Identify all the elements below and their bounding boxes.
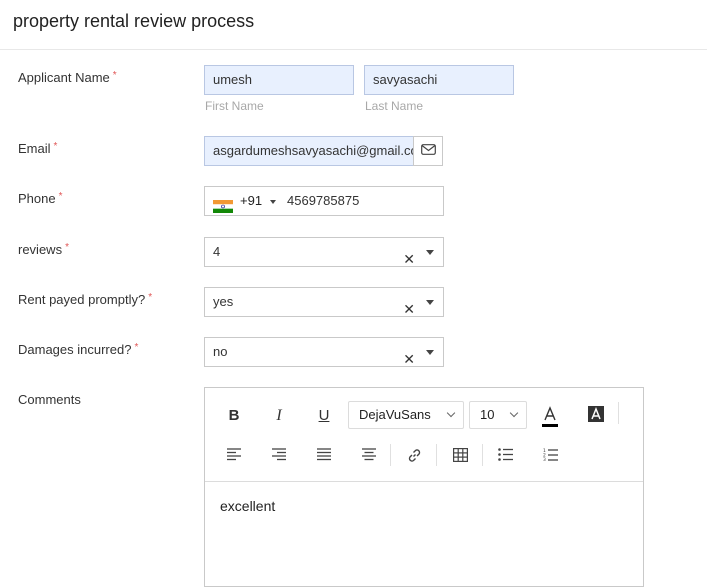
underline-icon[interactable]: U (312, 405, 336, 427)
damages-label-text: Damages incurred? (18, 342, 132, 357)
font-family-value: DejaVuSans (359, 407, 431, 422)
damages-selected-value: no (213, 344, 228, 359)
editor-content[interactable]: excellent (220, 498, 275, 514)
reviews-label-text: reviews (18, 242, 63, 257)
email-input[interactable]: asgardumeshsavyasachi@gmail.com (204, 136, 414, 166)
toolbar-separator (618, 402, 619, 424)
align-center-icon[interactable] (357, 445, 381, 467)
email-label: Email * (18, 141, 57, 156)
toolbar-separator (436, 444, 437, 466)
link-icon[interactable] (402, 445, 426, 467)
dropdown-arrow-icon[interactable] (426, 300, 434, 305)
rent-payed-label-text: Rent payed promptly? (18, 292, 146, 307)
email-button[interactable] (413, 136, 443, 166)
rent-payed-label: Rent payed promptly? * (18, 292, 152, 307)
required-marker: * (134, 342, 139, 353)
rent-payed-selected-value: yes (213, 294, 234, 309)
chevron-down-icon (446, 408, 456, 418)
italic-icon[interactable]: I (267, 405, 291, 427)
highlight-color-icon[interactable] (584, 403, 608, 425)
editor-toolbar: B I U DejaVuSans 10 1 2 3 (205, 388, 643, 482)
toolbar-separator (390, 444, 391, 466)
table-icon[interactable] (448, 445, 472, 467)
rent-payed-select[interactable]: yes ✕ (204, 287, 444, 317)
dropdown-arrow-icon[interactable] (426, 250, 434, 255)
required-marker: * (58, 191, 63, 202)
damages-select[interactable]: no ✕ (204, 337, 444, 367)
applicant-name-label-text: Applicant Name (18, 70, 110, 85)
align-justify-icon[interactable] (312, 445, 336, 467)
chevron-down-icon (509, 408, 519, 418)
align-left-icon[interactable] (222, 445, 246, 467)
country-code-caret-icon (270, 200, 276, 204)
india-flag-icon (213, 195, 233, 213)
page-title: property rental review process (13, 11, 255, 31)
form-header: property rental review process (0, 0, 707, 50)
reviews-select[interactable]: 4 ✕ (204, 237, 444, 267)
font-family-dropdown[interactable]: DejaVuSans (348, 401, 464, 429)
svg-text:3: 3 (543, 457, 546, 462)
required-marker: * (148, 292, 153, 303)
bulleted-list-icon[interactable] (493, 445, 517, 467)
phone-label-text: Phone (18, 191, 56, 206)
last-name-sublabel: Last Name (365, 99, 424, 113)
comments-rich-text-editor[interactable]: B I U DejaVuSans 10 1 2 3 excellent (204, 387, 644, 587)
required-marker: * (112, 70, 117, 81)
text-color-icon[interactable] (538, 403, 562, 427)
phone-label: Phone * (18, 191, 63, 206)
dropdown-arrow-icon[interactable] (426, 350, 434, 355)
numbered-list-icon[interactable]: 123 (538, 445, 562, 467)
comments-label: Comments (18, 392, 81, 407)
damages-label: Damages incurred? * (18, 342, 138, 357)
font-size-value: 10 (480, 407, 495, 422)
toolbar-separator (482, 444, 483, 466)
country-code-selector[interactable]: +91 (240, 187, 262, 215)
font-size-dropdown[interactable]: 10 (469, 401, 527, 429)
envelope-icon (420, 142, 436, 160)
clear-icon[interactable]: ✕ (403, 295, 415, 316)
required-marker: * (53, 141, 58, 152)
bold-icon[interactable]: B (222, 405, 246, 427)
clear-icon[interactable]: ✕ (403, 245, 415, 266)
required-marker: * (65, 242, 69, 253)
first-name-input[interactable]: umesh (204, 65, 354, 95)
reviews-selected-value: 4 (213, 244, 221, 259)
reviews-label: reviews * (18, 242, 69, 257)
first-name-sublabel: First Name (205, 99, 264, 113)
applicant-name-label: Applicant Name * (18, 70, 117, 85)
last-name-input[interactable]: savyasachi (364, 65, 514, 95)
phone-number-input[interactable]: 4569785875 (287, 187, 359, 215)
clear-icon[interactable]: ✕ (403, 345, 415, 366)
email-label-text: Email (18, 141, 51, 156)
align-right-icon[interactable] (267, 445, 291, 467)
phone-field[interactable]: +91 4569785875 (204, 186, 444, 216)
